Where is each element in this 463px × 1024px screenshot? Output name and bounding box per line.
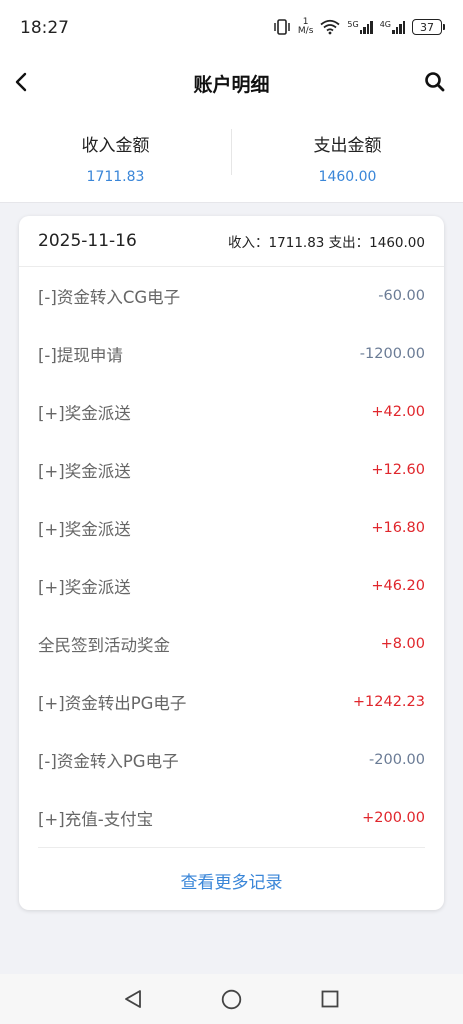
signal-5g-label: 5G bbox=[347, 20, 359, 29]
record-label: [-]提现申请 bbox=[38, 346, 123, 365]
card-header: 2025-11-16 收入：1711.83 支出：1460.00 bbox=[19, 216, 444, 267]
record-amount: +1242.23 bbox=[352, 694, 425, 710]
record-label: [+]充值-支付宝 bbox=[38, 810, 154, 829]
status-bar: 18:27 1 M/s 5G 4G 37 bbox=[0, 0, 463, 58]
record-label: [+]奖金派送 bbox=[38, 462, 131, 481]
record-amount: -200.00 bbox=[369, 752, 425, 768]
battery-level: 37 bbox=[412, 19, 442, 35]
signal-bars-icon bbox=[392, 20, 405, 34]
signal-4g-label: 4G bbox=[379, 20, 391, 29]
record-amount: +200.00 bbox=[362, 810, 425, 826]
view-more-link[interactable]: 查看更多记录 bbox=[19, 848, 444, 893]
record-row[interactable]: [+]资金转出PG电子 +1242.23 bbox=[38, 673, 425, 731]
record-label: 全民签到活动奖金 bbox=[38, 636, 170, 655]
record-row[interactable]: [+]充值-支付宝 +200.00 bbox=[38, 789, 425, 847]
system-back-icon[interactable] bbox=[122, 988, 144, 1010]
record-row[interactable]: 全民签到活动奖金 +8.00 bbox=[38, 615, 425, 673]
record-label: [-]资金转入CG电子 bbox=[38, 288, 181, 307]
expense-summary: 支出金额 1460.00 bbox=[232, 108, 463, 202]
system-nav-bar bbox=[0, 974, 463, 1024]
record-list: [-]资金转入CG电子 -60.00 [-]提现申请 -1200.00 [+]奖… bbox=[19, 267, 444, 847]
record-amount: +8.00 bbox=[380, 636, 425, 652]
record-amount: +12.60 bbox=[371, 462, 425, 478]
record-amount: -60.00 bbox=[378, 288, 425, 304]
system-recents-icon[interactable] bbox=[321, 990, 339, 1008]
record-amount: +42.00 bbox=[371, 404, 425, 420]
signal-4g: 4G bbox=[380, 20, 405, 34]
wifi-icon bbox=[320, 19, 340, 35]
record-row[interactable]: [-]资金转入PG电子 -200.00 bbox=[38, 731, 425, 789]
network-speed: 1 M/s bbox=[298, 18, 314, 36]
records-card: 2025-11-16 收入：1711.83 支出：1460.00 [-]资金转入… bbox=[19, 216, 444, 910]
income-label: 收入金额 bbox=[81, 136, 150, 156]
vibrate-icon bbox=[274, 19, 290, 35]
record-label: [-]资金转入PG电子 bbox=[38, 752, 179, 771]
record-row[interactable]: [+]奖金派送 +42.00 bbox=[38, 383, 425, 441]
record-label: [+]奖金派送 bbox=[38, 404, 131, 423]
income-value: 1711.83 bbox=[86, 169, 145, 185]
summary-panel: 收入金额 1711.83 支出金额 1460.00 bbox=[0, 108, 463, 203]
signal-bars-icon bbox=[359, 20, 373, 34]
record-row[interactable]: [+]奖金派送 +16.80 bbox=[38, 499, 425, 557]
status-icons: 1 M/s 5G 4G 37 bbox=[273, 18, 445, 36]
record-row[interactable]: [+]奖金派送 +12.60 bbox=[38, 441, 425, 499]
system-home-icon[interactable] bbox=[221, 989, 242, 1010]
record-row[interactable]: [-]提现申请 -1200.00 bbox=[38, 325, 425, 383]
record-label: [+]资金转出PG电子 bbox=[38, 694, 187, 713]
day-totals: 收入：1711.83 支出：1460.00 bbox=[228, 235, 425, 251]
record-amount: +16.80 bbox=[371, 520, 425, 536]
expense-label: 支出金额 bbox=[313, 136, 382, 156]
nav-bar: 账户明细 bbox=[0, 58, 463, 108]
record-date: 2025-11-16 bbox=[38, 231, 137, 251]
battery-icon: 37 bbox=[412, 19, 445, 35]
search-icon[interactable] bbox=[421, 68, 449, 96]
record-label: [+]奖金派送 bbox=[38, 520, 131, 539]
record-row[interactable]: [-]资金转入CG电子 -60.00 bbox=[38, 267, 425, 325]
income-summary: 收入金额 1711.83 bbox=[0, 108, 231, 202]
signal-5g: 5G bbox=[347, 20, 373, 34]
record-label: [+]奖金派送 bbox=[38, 578, 131, 597]
status-time: 18:27 bbox=[20, 18, 69, 38]
record-amount: -1200.00 bbox=[359, 346, 425, 362]
network-speed-unit: M/s bbox=[297, 26, 314, 36]
expense-value: 1460.00 bbox=[318, 169, 377, 185]
page-title: 账户明细 bbox=[193, 74, 270, 96]
record-amount: +46.20 bbox=[371, 578, 425, 594]
record-row[interactable]: [+]奖金派送 +46.20 bbox=[38, 557, 425, 615]
